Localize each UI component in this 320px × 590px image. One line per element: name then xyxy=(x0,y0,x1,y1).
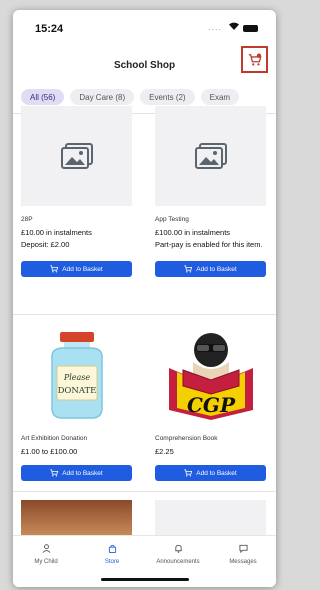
add-to-basket-button[interactable]: Add to Basket xyxy=(21,465,132,481)
product-image xyxy=(21,106,132,206)
bottom-tab-bar: My Child Store Announcements Messages xyxy=(13,535,276,587)
product-note: Part-pay is enabled for this item. xyxy=(155,240,263,249)
add-to-basket-label: Add to Basket xyxy=(62,469,103,477)
signal-dots: .... xyxy=(207,22,222,32)
bag-icon xyxy=(108,544,116,553)
battery-icon xyxy=(243,25,258,32)
product-image-partial[interactable] xyxy=(21,500,132,535)
shopping-cart-icon xyxy=(248,53,262,66)
tab-label: My Child xyxy=(34,559,58,565)
product-image: CGP xyxy=(155,325,266,425)
donation-jar-text: Please xyxy=(62,373,90,382)
add-to-basket-label: Add to Basket xyxy=(62,265,103,273)
add-to-basket-button[interactable]: Add to Basket xyxy=(155,261,266,277)
tab-my-child[interactable]: My Child xyxy=(13,544,79,565)
cart-icon xyxy=(184,469,193,477)
tab-label: Messages xyxy=(229,559,257,565)
product-card[interactable]: 28P £10.00 in instalments Deposit: £2.00… xyxy=(21,106,132,277)
product-name: Art Exhibition Donation xyxy=(21,435,88,442)
product-price: £1.00 to £100.00 xyxy=(21,447,78,456)
status-time: 15:24 xyxy=(35,23,64,35)
category-filters: All (56) Day Care (8) Events (2) Exam xyxy=(21,89,276,105)
cart-icon xyxy=(50,469,59,477)
add-to-basket-button[interactable]: Add to Basket xyxy=(155,465,266,481)
cart-icon xyxy=(184,265,193,273)
status-bar: 15:24 .... xyxy=(13,10,276,44)
tab-label: Store xyxy=(104,559,120,565)
bell-icon xyxy=(174,544,182,553)
product-name: App Testing xyxy=(155,216,189,223)
cgp-book-text: CGP xyxy=(186,393,235,417)
filter-chip-exam[interactable]: Exam xyxy=(200,89,240,105)
product-deposit: Deposit: £2.00 xyxy=(21,240,70,249)
chat-icon xyxy=(238,544,248,553)
filter-chip-events[interactable]: Events (2) xyxy=(140,89,195,105)
svg-text:DONATE: DONATE xyxy=(57,386,96,396)
add-to-basket-label: Add to Basket xyxy=(196,265,237,273)
product-image-partial[interactable] xyxy=(155,500,266,535)
product-image: Please DONATE xyxy=(21,325,132,425)
product-card[interactable]: CGP Comprehension Book £2.25 Add to Bask… xyxy=(155,325,266,481)
product-price: £10.00 in instalments xyxy=(21,228,92,237)
filter-chip-all[interactable]: All (56) xyxy=(21,89,65,105)
product-image xyxy=(155,106,266,206)
donation-jar-image: Please DONATE xyxy=(50,332,103,419)
wifi-icon xyxy=(229,22,239,30)
add-to-basket-button[interactable]: Add to Basket xyxy=(21,261,132,277)
home-indicator xyxy=(100,578,189,581)
divider xyxy=(13,314,276,315)
product-price: £2.25 xyxy=(155,447,174,456)
cart-button[interactable] xyxy=(241,46,268,73)
tab-label: Announcements xyxy=(156,559,200,565)
image-placeholder-icon xyxy=(194,143,227,169)
tab-announcements[interactable]: Announcements xyxy=(145,544,211,565)
filter-chip-day-care[interactable]: Day Care (8) xyxy=(70,89,135,105)
product-name: Comprehension Book xyxy=(155,435,218,442)
tab-messages[interactable]: Messages xyxy=(210,544,276,565)
image-placeholder-icon xyxy=(60,143,93,169)
cart-icon xyxy=(50,265,59,273)
app-screen: 15:24 .... School Shop All (56) Day Care… xyxy=(13,10,276,587)
tab-store[interactable]: Store xyxy=(79,544,145,565)
person-icon xyxy=(42,544,50,553)
product-name: 28P xyxy=(21,216,33,223)
page-title: School Shop xyxy=(113,60,176,71)
product-price: £100.00 in instalments xyxy=(155,228,231,237)
product-card[interactable]: Please DONATE Art Exhibition Donation £1… xyxy=(21,325,132,481)
product-card[interactable]: App Testing £100.00 in instalments Part-… xyxy=(155,106,266,277)
cgp-book-image: CGP xyxy=(168,333,253,420)
divider xyxy=(13,491,276,492)
add-to-basket-label: Add to Basket xyxy=(196,469,237,477)
